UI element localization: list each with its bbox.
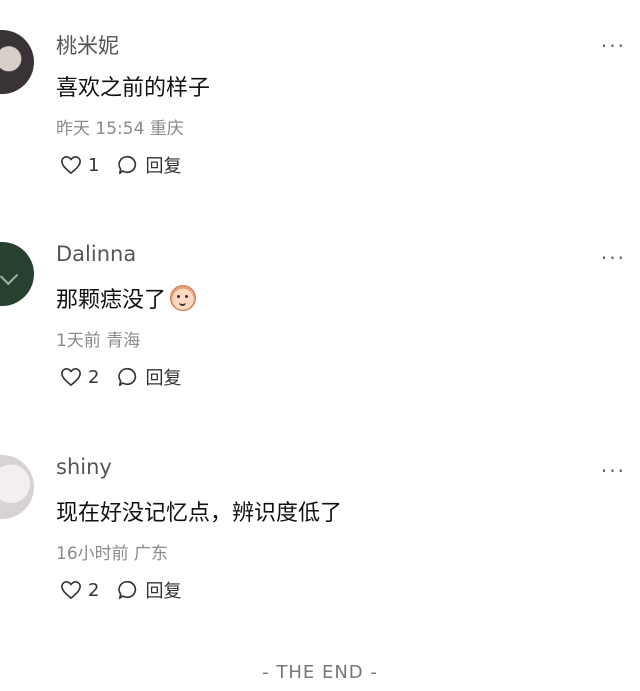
like-button[interactable]: 2 (60, 367, 99, 388)
username[interactable]: 桃米妮 (56, 30, 119, 60)
comment-actions: 1 回复 (60, 152, 181, 178)
comment-meta: 昨天 15:54 重庆 (56, 119, 184, 139)
like-count: 1 (88, 154, 100, 176)
reply-button[interactable]: 回复 (117, 364, 181, 390)
avatar[interactable] (0, 242, 34, 306)
like-button[interactable]: 2 (60, 580, 99, 601)
more-dots-icon[interactable]: ··· (601, 459, 626, 483)
reply-button[interactable]: 回复 (117, 152, 181, 178)
speech-bubble-icon (117, 366, 139, 388)
more-dots-icon[interactable]: ··· (601, 34, 626, 58)
username[interactable]: shiny (56, 455, 112, 479)
heart-outline-icon (60, 155, 82, 175)
like-count: 2 (88, 579, 100, 601)
avatar[interactable] (0, 455, 34, 519)
reply-button[interactable]: 回复 (117, 577, 181, 603)
comment-text: 现在好没记忆点，辨识度低了 (56, 501, 343, 526)
reply-label: 回复 (145, 368, 182, 389)
comment-text: 喜欢之前的样子 (56, 76, 211, 101)
avatar[interactable] (0, 30, 34, 94)
end-label: - THE END - (262, 662, 378, 683)
comment-actions: 2 回复 (60, 364, 181, 390)
like-button[interactable]: 1 (60, 155, 99, 176)
more-dots-icon[interactable]: ··· (601, 246, 626, 270)
emoji-face-icon (170, 285, 197, 311)
comment-actions: 2 回复 (60, 577, 181, 603)
reply-label: 回复 (145, 581, 182, 602)
comment-meta: 1天前 青海 (56, 331, 141, 351)
speech-bubble-icon (117, 579, 139, 601)
heart-outline-icon (60, 367, 82, 387)
speech-bubble-icon (117, 154, 139, 176)
reply-label: 回复 (145, 156, 182, 177)
like-count: 2 (88, 366, 100, 388)
comment-text: 那颗痣没了 (56, 282, 197, 314)
comment-text-content: 那颗痣没了 (56, 288, 167, 313)
comment-meta: 16小时前 广东 (56, 544, 169, 564)
username[interactable]: Dalinna (56, 242, 136, 266)
heart-outline-icon (60, 580, 82, 600)
